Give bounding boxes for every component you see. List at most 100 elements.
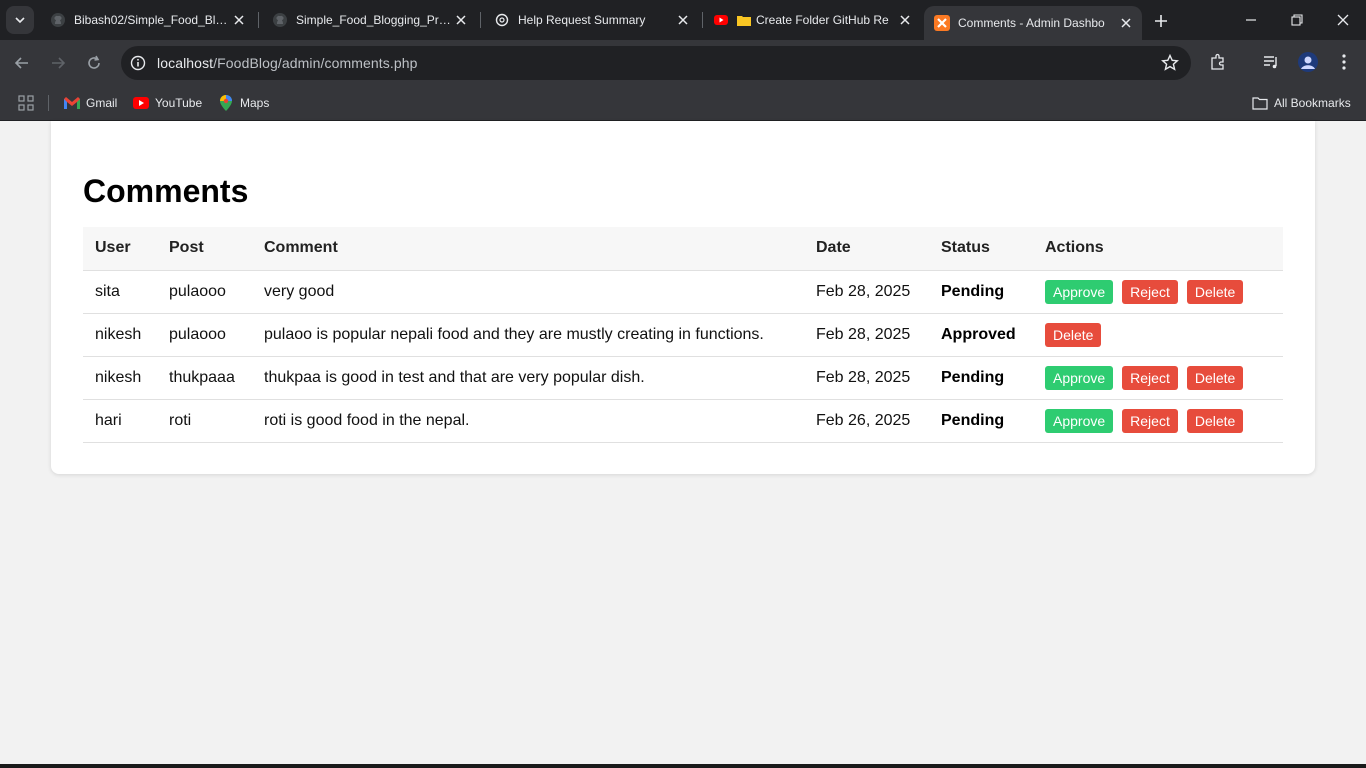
github-icon [272,12,288,28]
column-header-post: Post [157,227,252,271]
cell-comment: thukpaa is good in test and that are ver… [252,356,804,400]
cell-date: Feb 28, 2025 [804,356,929,400]
forward-arrow-icon [52,57,66,69]
tab-strip: Bibash02/Simple_Food_Blogg Simple_Food_B… [0,0,1366,40]
cell-comment: very good [252,270,804,314]
tab-title: Create Folder GitHub Re [756,13,889,27]
maps-icon [218,95,234,111]
tab-github-2[interactable]: Simple_Food_Blogging_Proje [262,6,477,34]
url-path: /FoodBlog/admin/comments.php [213,55,418,71]
cell-post: roti [157,399,252,443]
comments-table: User Post Comment Date Status Actions si… [83,227,1283,443]
cell-user: nikesh [83,356,157,400]
minimize-button[interactable] [1228,0,1274,40]
close-icon[interactable] [229,10,249,30]
close-window-button[interactable] [1320,0,1366,40]
cell-status: Pending [929,270,1033,314]
new-tab-button[interactable] [1148,8,1174,34]
page-viewport: Comments User Post Comment Date Status A… [0,121,1366,764]
extensions-icon[interactable] [1206,50,1230,74]
bookmark-youtube[interactable]: YouTube [133,92,202,114]
media-control-icon[interactable] [1259,50,1283,74]
close-icon[interactable] [673,10,693,30]
approve-button[interactable]: Approve [1045,408,1114,433]
cell-date: Feb 26, 2025 [804,399,929,443]
tab-title: Bibash02/Simple_Food_Blogg [74,13,229,27]
bookmark-label: Maps [240,96,270,110]
url-text: localhost/FoodBlog/admin/comments.php [157,55,418,71]
address-bar[interactable]: localhost/FoodBlog/admin/comments.php [121,46,1191,80]
cell-status: Pending [929,399,1033,443]
browser-toolbar: localhost/FoodBlog/admin/comments.php [0,40,1366,85]
approve-button[interactable]: Approve [1045,365,1114,390]
tab-github-1[interactable]: Bibash02/Simple_Food_Blogg [40,6,255,34]
bookmark-gmail[interactable]: Gmail [64,92,117,114]
approve-button[interactable]: Approve [1045,279,1114,304]
tab-help-request[interactable]: Help Request Summary [484,6,699,34]
cell-comment: pulaoo is popular nepali food and they a… [252,313,804,357]
cell-status: Pending [929,356,1033,400]
reload-button[interactable] [79,48,109,78]
reject-button[interactable]: Reject [1122,279,1178,304]
back-button[interactable] [7,48,37,78]
close-icon[interactable] [895,10,915,30]
column-header-actions: Actions [1033,227,1283,271]
delete-button[interactable]: Delete [1045,322,1102,347]
tab-youtube-folder[interactable]: Create Folder GitHub Re [703,6,921,34]
tab-search-button[interactable] [6,6,34,34]
cell-status: Approved [929,313,1033,357]
cell-comment: roti is good food in the nepal. [252,399,804,443]
delete-button[interactable]: Delete [1186,408,1244,433]
delete-button[interactable]: Delete [1186,365,1244,390]
gmail-icon [64,95,80,111]
tab-comments-admin[interactable]: Comments - Admin Dashbo [924,6,1142,40]
cell-actions: Approve Reject Delete [1033,270,1283,314]
github-icon [50,12,66,28]
reject-button[interactable]: Reject [1122,365,1178,390]
cell-post: thukpaaa [157,356,252,400]
openai-icon [494,12,510,28]
table-row: nikesh pulaooo pulaoo is popular nepali … [83,313,1283,357]
cell-actions: Approve Reject Delete [1033,399,1283,443]
close-icon [1337,14,1349,26]
site-info-icon[interactable] [129,54,147,72]
cell-date: Feb 28, 2025 [804,270,929,314]
youtube-icon [133,95,149,111]
table-row: nikesh thukpaaa thukpaa is good in test … [83,356,1283,400]
cell-user: hari [83,399,157,443]
menu-kebab-icon[interactable] [1332,50,1356,74]
page-title: Comments [83,173,249,209]
tab-title: Comments - Admin Dashbo [958,16,1105,30]
tab-separator [480,12,481,28]
taskbar-edge [0,764,1366,768]
reject-button[interactable]: Reject [1122,408,1178,433]
youtube-icon [713,12,729,28]
delete-button[interactable]: Delete [1186,279,1244,304]
cell-post: pulaooo [157,313,252,357]
table-row: hari roti roti is good food in the nepal… [83,399,1283,443]
column-header-comment: Comment [252,227,804,271]
apps-grid-button[interactable] [18,92,40,114]
tab-title: Simple_Food_Blogging_Proje [296,13,451,27]
close-icon[interactable] [1116,13,1136,33]
bookmarks-bar: Gmail YouTube Maps All Bookmarks [0,85,1366,121]
restore-icon [1291,14,1303,26]
reload-icon [88,55,100,69]
plus-icon [1155,15,1167,27]
forward-button[interactable] [43,48,73,78]
all-bookmarks-label: All Bookmarks [1274,96,1351,110]
bookmark-maps[interactable]: Maps [218,92,269,114]
all-bookmarks-button[interactable]: All Bookmarks [1252,92,1351,114]
minimize-icon [1246,19,1256,21]
bookmark-label: YouTube [155,96,203,110]
tab-separator [258,12,259,28]
close-icon[interactable] [451,10,471,30]
chevron-down-icon [15,17,25,24]
restore-button[interactable] [1274,0,1320,40]
cell-user: nikesh [83,313,157,357]
profile-avatar[interactable] [1296,50,1320,74]
back-arrow-icon [14,57,28,69]
bookmark-star-icon[interactable] [1161,53,1179,72]
cell-post: pulaooo [157,270,252,314]
url-host: localhost [157,55,214,71]
